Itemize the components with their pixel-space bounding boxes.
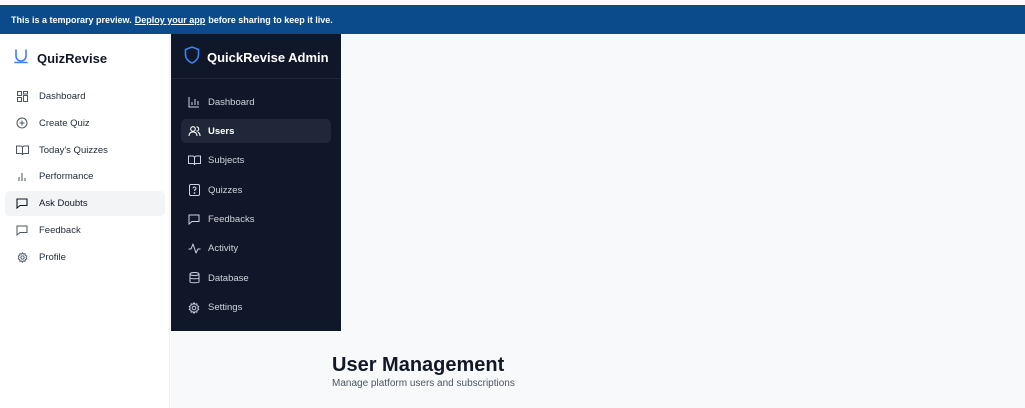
- activity-icon: [187, 242, 201, 256]
- sidebar-item-label: Profile: [39, 251, 66, 263]
- gear-icon: [15, 250, 29, 264]
- sidebar-item-performance[interactable]: Performance: [5, 164, 165, 189]
- database-icon: [187, 271, 201, 285]
- admin-item-activity[interactable]: Activity: [181, 237, 331, 261]
- book-icon: [15, 143, 29, 157]
- admin-item-settings[interactable]: Settings: [181, 296, 331, 320]
- admin-sidebar: QuickRevise Admin Dashboard Users Subjec…: [171, 34, 341, 331]
- brand-title: QuizRevise: [37, 51, 108, 66]
- gear-icon: [187, 301, 201, 315]
- message-icon: [187, 213, 201, 227]
- message-icon: [15, 223, 29, 237]
- bar-chart-icon: [15, 170, 29, 184]
- help-file-icon: [187, 183, 201, 197]
- sidebar-item-label: Dashboard: [39, 91, 86, 102]
- sidebar-item-feedback[interactable]: Feedback: [5, 218, 165, 243]
- bar-chart-icon: [187, 95, 201, 109]
- admin-item-label: Quizzes: [208, 184, 243, 196]
- sidebar-item-create-quiz[interactable]: Create Quiz: [5, 111, 165, 136]
- sidebar-item-label: Ask Doubts: [39, 198, 88, 210]
- admin-item-users[interactable]: Users: [181, 119, 331, 144]
- admin-brand[interactable]: QuickRevise Admin: [184, 46, 329, 69]
- grid-icon: [15, 90, 29, 104]
- admin-item-label: Dashboard: [208, 96, 255, 108]
- sidebar-item-label: Feedback: [39, 224, 81, 236]
- banner-text: This is a temporary preview.: [11, 14, 132, 25]
- admin-item-label: Subjects: [208, 155, 245, 167]
- admin-item-label: Activity: [208, 243, 239, 255]
- admin-item-quizzes[interactable]: Quizzes: [181, 178, 331, 202]
- sidebar-item-label: Today's Quizzes: [39, 144, 108, 156]
- admin-item-label: Database: [208, 272, 249, 284]
- admin-item-label: Users: [208, 125, 235, 137]
- sidebar-item-label: Performance: [39, 171, 94, 183]
- shield-icon: [184, 46, 200, 69]
- admin-divider: [171, 78, 341, 79]
- sidebar-item-label: Create Quiz: [39, 117, 90, 129]
- page-subtitle: Manage platform users and subscriptions: [332, 378, 515, 389]
- admin-item-dashboard[interactable]: Dashboard: [181, 90, 331, 114]
- admin-nav: Dashboard Users Subjects Quizzes Feedbac…: [181, 90, 331, 325]
- plus-circle-icon: [15, 116, 29, 130]
- banner-suffix: before sharing to keep it live.: [208, 14, 333, 25]
- admin-item-subjects[interactable]: Subjects: [181, 149, 331, 173]
- page-header: User Management Manage platform users an…: [332, 354, 515, 389]
- admin-item-label: Settings: [208, 302, 243, 314]
- admin-item-feedbacks[interactable]: Feedbacks: [181, 208, 331, 232]
- deploy-app-link[interactable]: Deploy your app: [135, 15, 206, 25]
- book-icon: [187, 154, 201, 168]
- users-icon: [187, 124, 201, 138]
- sidebar-item-dashboard[interactable]: Dashboard: [5, 84, 165, 109]
- admin-item-database[interactable]: Database: [181, 266, 331, 290]
- admin-title: QuickRevise Admin: [207, 50, 329, 65]
- page-title: User Management: [332, 354, 505, 376]
- app-brand[interactable]: QuizRevise: [13, 48, 107, 69]
- app-sidebar: QuizRevise Dashboard Create Quiz Today's…: [0, 34, 170, 408]
- sidebar-item-todays-quizzes[interactable]: Today's Quizzes: [5, 138, 165, 163]
- admin-item-label: Feedbacks: [208, 214, 255, 226]
- message-icon: [15, 197, 29, 211]
- logo-icon: [13, 48, 29, 69]
- sidebar-item-profile[interactable]: Profile: [5, 245, 165, 270]
- preview-banner: This is a temporary preview. Deploy your…: [0, 5, 1025, 34]
- sidebar-nav: Dashboard Create Quiz Today's Quizzes Pe…: [5, 84, 165, 272]
- sidebar-item-ask-doubts[interactable]: Ask Doubts: [5, 191, 165, 217]
